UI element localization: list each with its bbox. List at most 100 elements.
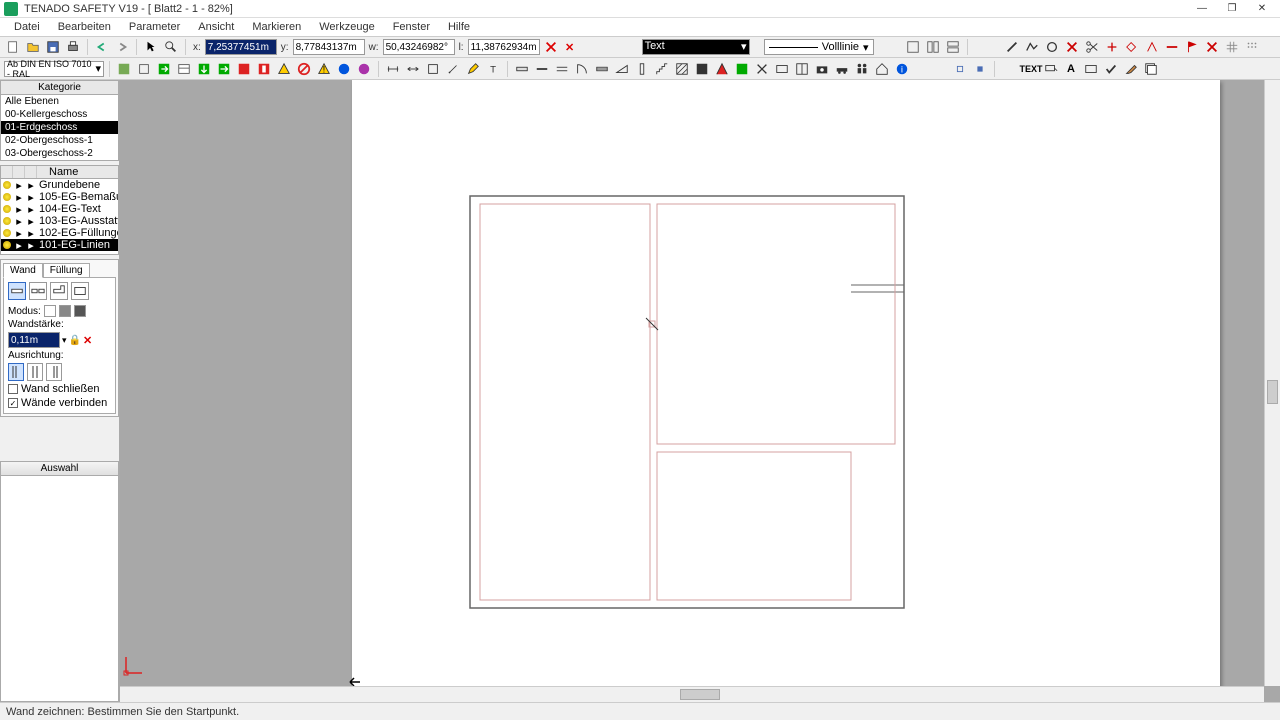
wall3-icon[interactable]	[553, 60, 571, 78]
layer-row[interactable]: ▸▸102-EG-Füllungen	[1, 227, 118, 239]
cross-tool-icon[interactable]	[1063, 38, 1081, 56]
menu-werkzeuge[interactable]: Werkzeuge	[311, 19, 382, 35]
x-input[interactable]	[205, 39, 277, 55]
visibility-icon[interactable]	[3, 193, 11, 201]
wall-poly-button[interactable]	[50, 282, 68, 300]
menu-ansicht[interactable]: Ansicht	[190, 19, 242, 35]
stairs-icon[interactable]	[653, 60, 671, 78]
dropdown-arrow-icon[interactable]: ▾	[62, 335, 67, 346]
minimize-button[interactable]: —	[1188, 1, 1216, 17]
flag-icon[interactable]	[1183, 38, 1201, 56]
category-item[interactable]: 00-Kellergeschoss	[1, 108, 118, 121]
edit2-icon[interactable]	[1123, 38, 1141, 56]
window-icon[interactable]	[593, 60, 611, 78]
dots-icon[interactable]	[1243, 38, 1261, 56]
align-left-button[interactable]	[8, 363, 24, 381]
tab-wand[interactable]: Wand	[3, 263, 43, 278]
w-input[interactable]	[383, 39, 455, 55]
palette-dropdown[interactable]: Ab DIN EN ISO 7010 - RAL▾	[4, 61, 104, 77]
undo-icon[interactable]	[93, 38, 111, 56]
cross2-icon[interactable]	[753, 60, 771, 78]
category-item[interactable]: 02-Obergeschoss-1	[1, 134, 118, 147]
clear-icon[interactable]: ✕	[83, 334, 92, 347]
sym-ext-icon[interactable]	[255, 60, 273, 78]
menu-hilfe[interactable]: Hilfe	[440, 19, 478, 35]
polyline-tool-icon[interactable]	[1023, 38, 1041, 56]
modus-option-2[interactable]	[59, 305, 71, 317]
maximize-button[interactable]: ❐	[1218, 1, 1246, 17]
door-icon[interactable]	[573, 60, 591, 78]
sym-fire-icon[interactable]	[235, 60, 253, 78]
marker-icon[interactable]	[713, 60, 731, 78]
zoom-icon[interactable]	[162, 38, 180, 56]
dim2-icon[interactable]	[404, 60, 422, 78]
layer-row[interactable]: ▸▸Grundebene	[1, 179, 118, 191]
scissors-icon[interactable]	[1083, 38, 1101, 56]
layer-row[interactable]: ▸▸101-EG-Linien	[1, 239, 118, 251]
layout2-icon[interactable]	[924, 38, 942, 56]
a-icon[interactable]: A	[1062, 60, 1080, 78]
tab-fullung[interactable]: Füllung	[43, 263, 90, 278]
menu-fenster[interactable]: Fenster	[385, 19, 438, 35]
print-icon[interactable]	[64, 38, 82, 56]
wande-verbinden-checkbox[interactable]: ✓	[8, 398, 18, 408]
north-icon[interactable]	[733, 60, 751, 78]
sym-table-icon[interactable]	[175, 60, 193, 78]
visibility-icon[interactable]	[3, 217, 11, 225]
sym-prohibit-icon[interactable]	[295, 60, 313, 78]
snap1-icon[interactable]	[951, 60, 969, 78]
modus-option-1[interactable]	[44, 305, 56, 317]
box-text-icon[interactable]	[1082, 60, 1100, 78]
menu-bearbeiten[interactable]: Bearbeiten	[50, 19, 119, 35]
delete-icon[interactable]	[1203, 38, 1221, 56]
circle-tool-icon[interactable]	[1043, 38, 1061, 56]
line-tool-icon[interactable]	[1003, 38, 1021, 56]
text-icon[interactable]: T	[484, 60, 502, 78]
l-input[interactable]	[468, 39, 540, 55]
close-coord-icon[interactable]: ✕	[562, 39, 578, 55]
car-icon[interactable]	[833, 60, 851, 78]
wall-icon[interactable]	[513, 60, 531, 78]
dim4-icon[interactable]	[444, 60, 462, 78]
pointer-icon[interactable]	[142, 38, 160, 56]
check-icon[interactable]	[1102, 60, 1120, 78]
hatch2-icon[interactable]	[693, 60, 711, 78]
misc2-icon[interactable]	[793, 60, 811, 78]
menu-markieren[interactable]: Markieren	[244, 19, 309, 35]
sym-warn2-icon[interactable]: !	[315, 60, 333, 78]
open-icon[interactable]	[24, 38, 42, 56]
align-right-button[interactable]	[46, 363, 62, 381]
menu-parameter[interactable]: Parameter	[121, 19, 188, 35]
sym-warn-icon[interactable]	[275, 60, 293, 78]
sym-mand-icon[interactable]	[335, 60, 353, 78]
visibility-icon[interactable]	[3, 229, 11, 237]
wall-double-button[interactable]	[29, 282, 47, 300]
edit3-icon[interactable]	[1143, 38, 1161, 56]
snap2-icon[interactable]	[971, 60, 989, 78]
visibility-icon[interactable]	[3, 241, 11, 249]
visibility-icon[interactable]	[3, 205, 11, 213]
ramp-icon[interactable]	[613, 60, 631, 78]
info-icon[interactable]: i	[893, 60, 911, 78]
edit1-icon[interactable]	[1103, 38, 1121, 56]
wall-rect-button[interactable]	[71, 282, 89, 300]
category-item[interactable]: Alle Ebenen	[1, 95, 118, 108]
wandstarke-input[interactable]	[8, 332, 60, 348]
y-input[interactable]	[293, 39, 365, 55]
menu-datei[interactable]: Datei	[6, 19, 48, 35]
wall-single-button[interactable]	[8, 282, 26, 300]
text-tool-icon[interactable]: TEXT	[1022, 60, 1040, 78]
dim3-icon[interactable]	[424, 60, 442, 78]
sym-right-icon[interactable]	[215, 60, 233, 78]
drawing-page[interactable]	[352, 80, 1220, 692]
hatch-icon[interactable]	[673, 60, 691, 78]
modus-option-3[interactable]	[74, 305, 86, 317]
layout3-icon[interactable]	[944, 38, 962, 56]
home-icon[interactable]	[873, 60, 891, 78]
align-center-button[interactable]	[27, 363, 43, 381]
column-icon[interactable]	[633, 60, 651, 78]
sym-purple-icon[interactable]	[355, 60, 373, 78]
pen-icon[interactable]	[464, 60, 482, 78]
wand-schliessen-checkbox[interactable]	[8, 384, 18, 394]
layers-icon[interactable]	[1142, 60, 1160, 78]
